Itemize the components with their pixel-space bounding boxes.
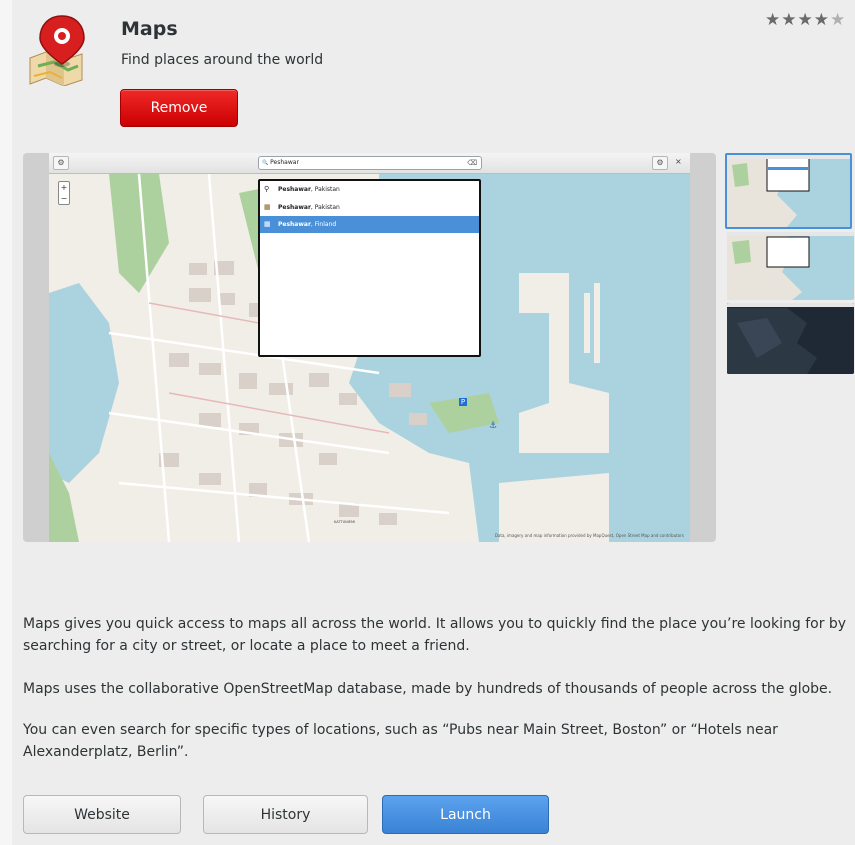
- district-icon: ▦: [264, 220, 271, 228]
- star-icon: ★: [781, 10, 797, 30]
- zoom-control: + −: [58, 181, 70, 205]
- screenshot-thumbnail-3[interactable]: [727, 303, 854, 374]
- result-region: , Pakistan: [310, 204, 340, 211]
- map-district-label: KATTUNIEMI: [334, 520, 356, 524]
- result-name: Peshawar: [278, 221, 311, 228]
- app-summary: Find places around the world: [121, 52, 324, 68]
- rating-stars: ★ ★ ★ ★ ★: [765, 10, 845, 30]
- main-screenshot[interactable]: KATTUNIEMI P ⚓ ⚙ 🔍 Peshawar ⌫ ⚙ × + − ⚲ …: [23, 153, 716, 542]
- remove-button[interactable]: Remove: [120, 89, 238, 127]
- search-icon: 🔍: [262, 160, 269, 166]
- result-item: ⚲ Peshawar, Pakistan: [260, 181, 479, 198]
- result-item-selected: ▦ Peshawar, Finland: [260, 216, 479, 233]
- thumbnail-image: [727, 303, 854, 374]
- description-paragraph: Maps gives you quick access to maps all …: [23, 616, 847, 654]
- search-results-popup: ⚲ Peshawar, Pakistan ▦ Peshawar, Pakista…: [258, 179, 481, 357]
- gear-icon: ⚙: [652, 156, 668, 170]
- map-attribution: Data, imagery and map information provid…: [494, 533, 684, 538]
- launch-button[interactable]: Launch: [382, 795, 549, 834]
- result-region: , Pakistan: [310, 186, 340, 193]
- screenshot-thumbnail-1[interactable]: [725, 153, 852, 229]
- website-button[interactable]: Website: [23, 795, 181, 834]
- search-value: Peshawar: [270, 159, 299, 166]
- result-name: Peshawar: [278, 186, 311, 193]
- result-name: Peshawar: [278, 204, 311, 211]
- maps-pin-icon: [29, 15, 85, 86]
- history-button[interactable]: History: [203, 795, 368, 834]
- parking-icon: P: [459, 398, 467, 406]
- location-button: ⚙: [53, 156, 69, 170]
- close-icon: ×: [675, 157, 682, 166]
- thumbnail-image: [727, 155, 850, 227]
- star-icon: ★: [813, 10, 829, 30]
- zoom-in-icon: +: [60, 183, 68, 192]
- result-region: , Finland: [310, 221, 337, 228]
- zoom-out-icon: −: [60, 194, 68, 203]
- city-icon: ▦: [264, 203, 271, 211]
- screenshot-search-field: 🔍 Peshawar ⌫: [258, 156, 482, 170]
- screenshot-thumbnail-2[interactable]: [727, 232, 854, 300]
- star-icon: ★: [797, 10, 813, 30]
- result-item: ▦ Peshawar, Pakistan: [260, 199, 479, 216]
- description-paragraph: You can even search for specific types o…: [23, 722, 778, 760]
- place-icon: ⚲: [264, 185, 270, 193]
- half-star-icon: ★: [830, 10, 846, 30]
- screenshot-headerbar: ⚙ 🔍 Peshawar ⌫ ⚙ ×: [49, 153, 690, 174]
- star-icon: ★: [765, 10, 781, 30]
- app-title: Maps: [121, 18, 178, 40]
- window-edge: [0, 0, 12, 845]
- description-paragraph: Maps uses the collaborative OpenStreetMa…: [23, 681, 833, 697]
- screenshot-map-view: KATTUNIEMI P ⚓ ⚙ 🔍 Peshawar ⌫ ⚙ × + − ⚲ …: [49, 153, 690, 542]
- anchor-icon: ⚓: [489, 421, 498, 431]
- clear-icon: ⌫: [467, 159, 477, 167]
- thumbnail-image: [727, 232, 854, 300]
